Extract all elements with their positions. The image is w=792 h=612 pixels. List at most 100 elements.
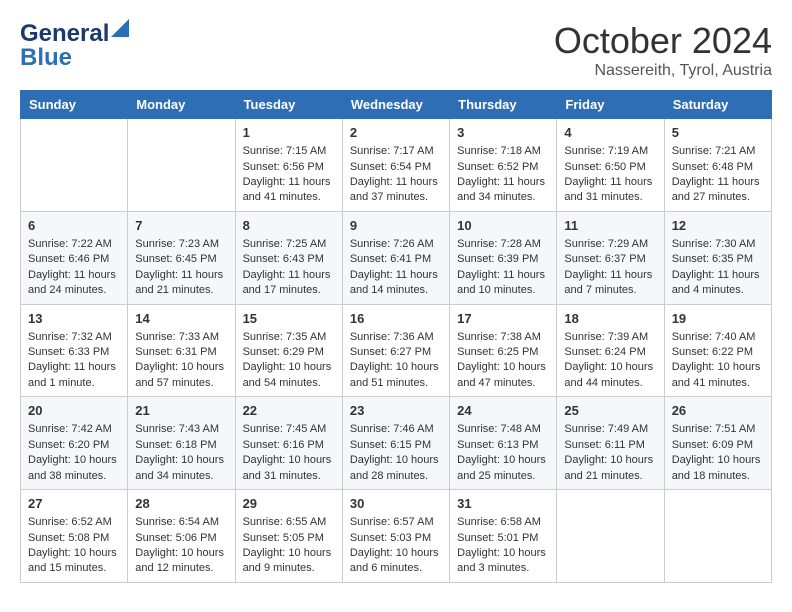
day-info: Sunset: 6:16 PM — [243, 438, 335, 453]
day-info: Sunrise: 7:36 AM — [350, 330, 442, 345]
day-info: Sunset: 6:52 PM — [457, 160, 549, 175]
day-info: Sunset: 6:24 PM — [564, 345, 656, 360]
day-info: Sunset: 6:54 PM — [350, 160, 442, 175]
day-number: 4 — [564, 124, 656, 142]
calendar-body: 1Sunrise: 7:15 AMSunset: 6:56 PMDaylight… — [21, 119, 772, 583]
day-info: Sunrise: 7:51 AM — [672, 422, 764, 437]
day-info: Daylight: 10 hours and 44 minutes. — [564, 360, 656, 391]
day-number: 27 — [28, 495, 120, 513]
calendar-cell: 14Sunrise: 7:33 AMSunset: 6:31 PMDayligh… — [128, 304, 235, 397]
calendar-cell: 17Sunrise: 7:38 AMSunset: 6:25 PMDayligh… — [450, 304, 557, 397]
column-header-thursday: Thursday — [450, 91, 557, 119]
day-info: Sunrise: 7:25 AM — [243, 237, 335, 252]
location-title: Nassereith, Tyrol, Austria — [554, 62, 772, 80]
calendar-cell: 31Sunrise: 6:58 AMSunset: 5:01 PMDayligh… — [450, 490, 557, 583]
day-info: Sunrise: 7:18 AM — [457, 144, 549, 159]
day-number: 19 — [672, 310, 764, 328]
calendar-cell: 26Sunrise: 7:51 AMSunset: 6:09 PMDayligh… — [664, 397, 771, 490]
day-number: 14 — [135, 310, 227, 328]
calendar-week-1: 1Sunrise: 7:15 AMSunset: 6:56 PMDaylight… — [21, 119, 772, 212]
day-info: Daylight: 11 hours and 10 minutes. — [457, 268, 549, 299]
calendar-cell: 23Sunrise: 7:46 AMSunset: 6:15 PMDayligh… — [342, 397, 449, 490]
day-number: 25 — [564, 402, 656, 420]
day-info: Daylight: 11 hours and 21 minutes. — [135, 268, 227, 299]
calendar-week-3: 13Sunrise: 7:32 AMSunset: 6:33 PMDayligh… — [21, 304, 772, 397]
column-header-tuesday: Tuesday — [235, 91, 342, 119]
day-number: 29 — [243, 495, 335, 513]
day-info: Sunset: 6:48 PM — [672, 160, 764, 175]
day-info: Daylight: 11 hours and 7 minutes. — [564, 268, 656, 299]
day-info: Daylight: 11 hours and 4 minutes. — [672, 268, 764, 299]
calendar-cell: 25Sunrise: 7:49 AMSunset: 6:11 PMDayligh… — [557, 397, 664, 490]
day-number: 24 — [457, 402, 549, 420]
calendar-cell: 7Sunrise: 7:23 AMSunset: 6:45 PMDaylight… — [128, 211, 235, 304]
calendar-cell: 19Sunrise: 7:40 AMSunset: 6:22 PMDayligh… — [664, 304, 771, 397]
day-info: Daylight: 10 hours and 25 minutes. — [457, 453, 549, 484]
day-info: Sunset: 5:05 PM — [243, 531, 335, 546]
day-info: Sunrise: 7:32 AM — [28, 330, 120, 345]
calendar-cell: 6Sunrise: 7:22 AMSunset: 6:46 PMDaylight… — [21, 211, 128, 304]
calendar-cell: 1Sunrise: 7:15 AMSunset: 6:56 PMDaylight… — [235, 119, 342, 212]
calendar-cell: 4Sunrise: 7:19 AMSunset: 6:50 PMDaylight… — [557, 119, 664, 212]
day-info: Sunrise: 7:39 AM — [564, 330, 656, 345]
day-info: Sunrise: 7:21 AM — [672, 144, 764, 159]
day-info: Sunset: 6:41 PM — [350, 252, 442, 267]
day-info: Sunrise: 7:30 AM — [672, 237, 764, 252]
day-number: 31 — [457, 495, 549, 513]
day-info: Sunset: 6:25 PM — [457, 345, 549, 360]
calendar-cell: 5Sunrise: 7:21 AMSunset: 6:48 PMDaylight… — [664, 119, 771, 212]
day-info: Daylight: 10 hours and 41 minutes. — [672, 360, 764, 391]
day-number: 7 — [135, 217, 227, 235]
day-info: Sunset: 6:45 PM — [135, 252, 227, 267]
day-number: 1 — [243, 124, 335, 142]
day-info: Daylight: 10 hours and 12 minutes. — [135, 546, 227, 577]
calendar-week-4: 20Sunrise: 7:42 AMSunset: 6:20 PMDayligh… — [21, 397, 772, 490]
calendar-cell: 9Sunrise: 7:26 AMSunset: 6:41 PMDaylight… — [342, 211, 449, 304]
day-info: Daylight: 10 hours and 9 minutes. — [243, 546, 335, 577]
calendar-cell: 28Sunrise: 6:54 AMSunset: 5:06 PMDayligh… — [128, 490, 235, 583]
logo-blue: Blue — [20, 44, 72, 71]
calendar-cell: 30Sunrise: 6:57 AMSunset: 5:03 PMDayligh… — [342, 490, 449, 583]
day-number: 28 — [135, 495, 227, 513]
day-info: Sunrise: 7:42 AM — [28, 422, 120, 437]
day-info: Daylight: 11 hours and 17 minutes. — [243, 268, 335, 299]
column-header-sunday: Sunday — [21, 91, 128, 119]
calendar-cell — [557, 490, 664, 583]
day-info: Sunset: 5:08 PM — [28, 531, 120, 546]
calendar-cell: 21Sunrise: 7:43 AMSunset: 6:18 PMDayligh… — [128, 397, 235, 490]
day-info: Sunset: 6:37 PM — [564, 252, 656, 267]
day-number: 17 — [457, 310, 549, 328]
day-info: Sunrise: 7:15 AM — [243, 144, 335, 159]
day-info: Daylight: 10 hours and 28 minutes. — [350, 453, 442, 484]
day-number: 9 — [350, 217, 442, 235]
day-info: Sunrise: 6:57 AM — [350, 515, 442, 530]
day-info: Sunrise: 7:35 AM — [243, 330, 335, 345]
day-info: Sunset: 6:39 PM — [457, 252, 549, 267]
day-info: Sunrise: 6:52 AM — [28, 515, 120, 530]
day-info: Sunrise: 7:48 AM — [457, 422, 549, 437]
day-info: Daylight: 10 hours and 15 minutes. — [28, 546, 120, 577]
calendar-cell: 8Sunrise: 7:25 AMSunset: 6:43 PMDaylight… — [235, 211, 342, 304]
day-info: Sunset: 6:18 PM — [135, 438, 227, 453]
column-header-wednesday: Wednesday — [342, 91, 449, 119]
month-title: October 2024 — [554, 20, 772, 62]
day-number: 23 — [350, 402, 442, 420]
day-number: 18 — [564, 310, 656, 328]
calendar-cell — [128, 119, 235, 212]
day-info: Sunrise: 7:49 AM — [564, 422, 656, 437]
calendar-cell: 22Sunrise: 7:45 AMSunset: 6:16 PMDayligh… — [235, 397, 342, 490]
day-info: Sunset: 6:29 PM — [243, 345, 335, 360]
day-number: 12 — [672, 217, 764, 235]
calendar-cell: 16Sunrise: 7:36 AMSunset: 6:27 PMDayligh… — [342, 304, 449, 397]
logo: General Blue — [20, 20, 129, 72]
day-number: 20 — [28, 402, 120, 420]
day-number: 30 — [350, 495, 442, 513]
day-info: Daylight: 10 hours and 54 minutes. — [243, 360, 335, 391]
day-info: Daylight: 10 hours and 57 minutes. — [135, 360, 227, 391]
day-number: 15 — [243, 310, 335, 328]
calendar-cell: 27 Sunrise: 6:52 AMSunset: 5:08 PMDayligh… — [21, 490, 128, 583]
calendar-cell: 10Sunrise: 7:28 AMSunset: 6:39 PMDayligh… — [450, 211, 557, 304]
day-info: Sunset: 6:50 PM — [564, 160, 656, 175]
day-info: Sunrise: 7:17 AM — [350, 144, 442, 159]
day-info: Daylight: 10 hours and 51 minutes. — [350, 360, 442, 391]
